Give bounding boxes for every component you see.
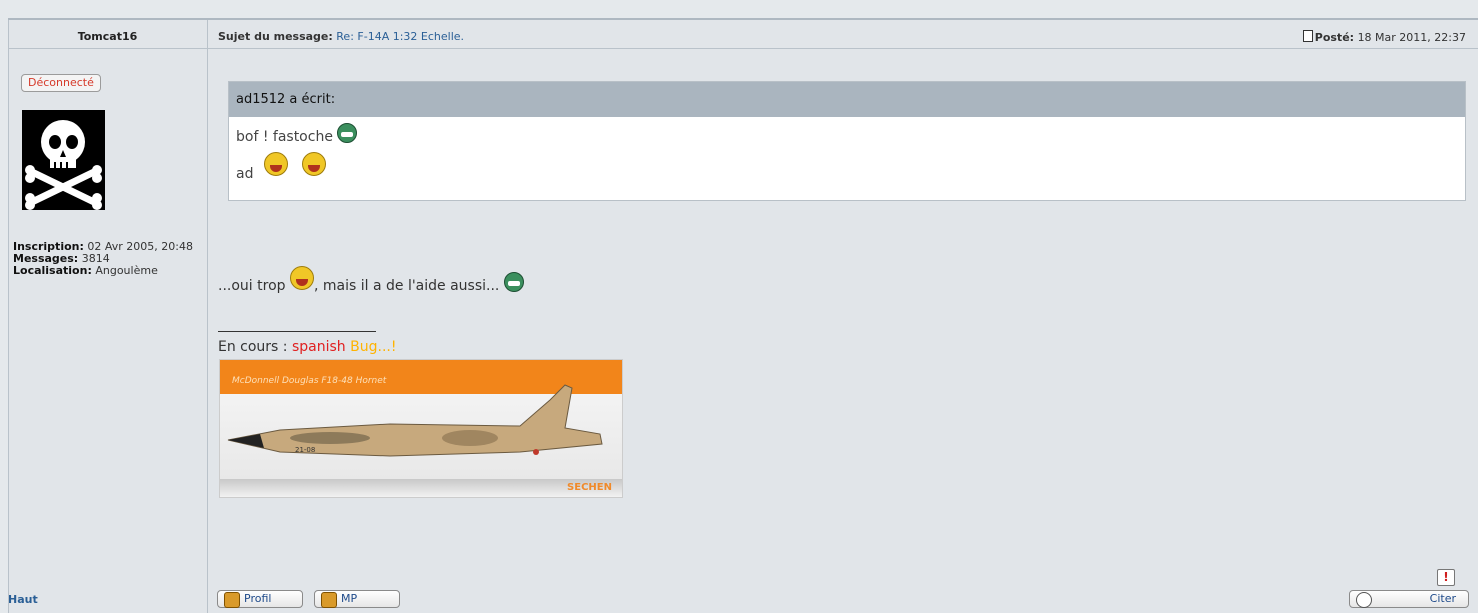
posted-date-value: 18 Mar 2011, 22:37 [1357, 31, 1466, 44]
quote-line-1: bof ! fastoche [236, 123, 1458, 148]
quote-line-2: ad [236, 152, 1458, 185]
hornet-plane-icon: 21-08 [227, 384, 603, 457]
svg-text:21-08: 21-08 [295, 446, 315, 454]
back-to-top-link[interactable]: Haut [8, 593, 38, 606]
document-icon[interactable] [1302, 30, 1313, 42]
signature-image: McDonnell Douglas F18-48 Hornet 21-08 SE… [219, 359, 623, 498]
signature-text: En cours : spanish Bug...! [218, 339, 397, 355]
report-icon[interactable]: ! [1437, 569, 1455, 586]
quote-body: bof ! fastoche ad [229, 117, 1465, 191]
image-footer: SECHEN [220, 479, 622, 497]
subject-link[interactable]: Re: F-14A 1:32 Echelle. [336, 30, 464, 43]
header-separator [8, 48, 1478, 49]
quote-header: ad1512 a écrit: [229, 82, 1465, 117]
posted-label: Posté: [1314, 31, 1355, 44]
profile-button[interactable]: Profil [217, 590, 303, 608]
avatar [22, 110, 105, 210]
column-separator [207, 20, 208, 613]
rolling-eyes-smiley-icon [289, 266, 314, 290]
laughing-smiley-icon [263, 152, 288, 176]
quote-icon [1356, 592, 1372, 608]
post-date: Posté: 18 Mar 2011, 22:37 [1302, 30, 1466, 44]
post-author: Tomcat16 [77, 30, 138, 43]
profile-info: Inscription: 02 Avr 2005, 20:48 Messages… [13, 241, 203, 277]
quote-block: ad1512 a écrit: bof ! fastoche ad [228, 81, 1466, 201]
localisation: Localisation: Angoulème [13, 264, 158, 277]
laughing-smiley-icon [302, 152, 327, 176]
grin-green-smiley-icon [503, 272, 524, 292]
private-message-button[interactable]: MP [314, 590, 400, 608]
grin-green-smiley-icon [337, 123, 358, 143]
offline-status-badge: Déconnecté [21, 74, 101, 92]
post-text: ...oui trop , mais il a de l'aide aussi.… [218, 266, 524, 294]
profile-icon [224, 592, 240, 608]
quote-button[interactable]: Citer [1349, 590, 1469, 608]
post-subject: Sujet du message: Re: F-14A 1:32 Echelle… [218, 30, 464, 43]
subject-label: Sujet du message: [218, 30, 333, 43]
signature-divider [218, 331, 376, 332]
skull-crossbones-icon [22, 110, 105, 210]
pm-icon [321, 592, 337, 608]
top-bar [0, 0, 1478, 18]
